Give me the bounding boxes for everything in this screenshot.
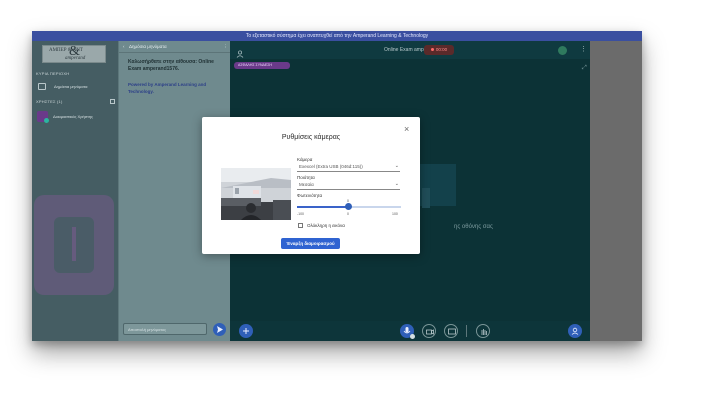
slider-mid: 0 xyxy=(347,212,349,216)
ampersand-icon: & xyxy=(69,44,80,59)
screen-share-icon xyxy=(422,188,430,208)
chevron-down-icon: ⌄ xyxy=(394,181,399,187)
camera-icon xyxy=(426,329,434,335)
section-users-label: ΧΡΗΣΤΕΣ (1) xyxy=(36,99,63,104)
connection-status-icon[interactable] xyxy=(558,46,567,55)
right-gray-strip xyxy=(590,41,642,341)
participants-button[interactable] xyxy=(568,324,582,338)
hand-icon xyxy=(481,329,487,335)
add-button[interactable] xyxy=(239,324,253,338)
brightness-slider-thumb[interactable] xyxy=(345,203,352,210)
secure-badge: ΑΣΦΑΛΗΣ ΣΥΝΔΕΣΗ xyxy=(234,62,290,69)
people-icon xyxy=(571,327,579,335)
welcome-message: Καλωσήρθατε στην αίθουσα: Online Exam am… xyxy=(128,59,214,72)
sidebar-item-label: Δημόσια μηνύματα xyxy=(54,84,88,89)
send-icon xyxy=(217,326,223,333)
sidebar-item-messages[interactable]: Δημόσια μηνύματα xyxy=(36,81,114,93)
camera-settings-dialog: Ρυθμίσεις κάμερας × Κάμερα Exexcel (Extr… xyxy=(202,117,420,254)
chat-input[interactable]: Αποστολή μηνύματος xyxy=(123,323,207,335)
record-time: 00:00 xyxy=(435,47,448,52)
camera-preview-image xyxy=(221,168,291,220)
camera-button[interactable] xyxy=(422,324,436,338)
screen-share-button[interactable] xyxy=(444,324,458,338)
record-button[interactable]: 00:00 xyxy=(424,45,454,55)
chevron-left-icon[interactable]: ‹ xyxy=(123,41,125,53)
screen-share-text: ης οθόνης σας xyxy=(454,224,493,230)
brightness-slider-fill xyxy=(297,206,348,208)
more-vertical-icon[interactable]: ⋮ xyxy=(580,45,587,53)
decorative-ring xyxy=(34,195,114,295)
camera-preview xyxy=(221,168,291,220)
top-banner: Το εξεταστικό σύστημα έχει αναπτυχθεί απ… xyxy=(32,31,642,41)
sidebar: ΑΜΠΕΡ & ΑΝΤ amperand & ΚΥΡΙΑ ΠΕΡΙΟΧΗ Δημ… xyxy=(32,41,118,341)
section-main-label: ΚΥΡΙΑ ΠΕΡΙΟΧΗ xyxy=(36,71,70,76)
sidebar-item-user[interactable]: Δοκιμαστικός Χρήστης xyxy=(36,111,116,125)
bottom-toolbar xyxy=(230,321,590,341)
user-name: Δοκιμαστικός Χρήστης xyxy=(53,114,93,119)
chat-header: ‹ Δημόσια μηνύματα ⋮ xyxy=(119,41,231,53)
camera-label: Κάμερα xyxy=(297,157,313,162)
user-icon[interactable] xyxy=(236,45,244,58)
slider-max: 100 xyxy=(392,212,398,216)
checkbox-label: Ολόκληρη η εικόνα xyxy=(307,223,345,228)
chat-title: Δημόσια μηνύματα xyxy=(129,44,167,49)
full-image-checkbox[interactable] xyxy=(298,223,303,228)
monitor-icon xyxy=(448,328,456,335)
chat-icon xyxy=(38,83,46,90)
brightness-label: Φωτεινότητα xyxy=(297,193,323,198)
camera-select[interactable]: Exexcel (Extra USB (046d:115)) ⌄ xyxy=(297,163,400,172)
quality-select[interactable]: Μεσαία ⌄ xyxy=(297,181,400,190)
chevron-down-icon: ⌄ xyxy=(394,163,399,169)
powered-message: Powered by Amperand Learning and Technol… xyxy=(128,82,207,94)
toolbar-divider xyxy=(466,325,467,337)
record-icon xyxy=(430,48,434,52)
slider-min: -100 xyxy=(297,212,305,216)
quality-label: Ποιότητα xyxy=(297,175,315,180)
mic-status-icon xyxy=(410,334,415,339)
quality-select-value: Μεσαία xyxy=(299,182,314,187)
send-button[interactable] xyxy=(213,323,226,336)
settings-icon[interactable] xyxy=(110,99,115,104)
raise-hand-button[interactable] xyxy=(476,324,490,338)
status-dot-icon xyxy=(44,118,49,123)
expand-icon[interactable]: ⤢ xyxy=(582,65,587,72)
more-vertical-icon[interactable]: ⋮ xyxy=(223,41,228,53)
plus-icon xyxy=(243,328,249,334)
logo: ΑΜΠΕΡ & ΑΝΤ amperand & xyxy=(42,44,106,63)
camera-select-value: Exexcel (Extra USB (046d:115)) xyxy=(299,164,363,169)
top-bar: Online Exam amperand1576 00:00 ⋮ xyxy=(230,41,590,59)
close-icon[interactable]: × xyxy=(404,124,409,134)
start-sharing-button[interactable]: Έναρξη διαμοιρασμού xyxy=(281,238,340,249)
dialog-title: Ρυθμίσεις κάμερας xyxy=(281,134,341,141)
